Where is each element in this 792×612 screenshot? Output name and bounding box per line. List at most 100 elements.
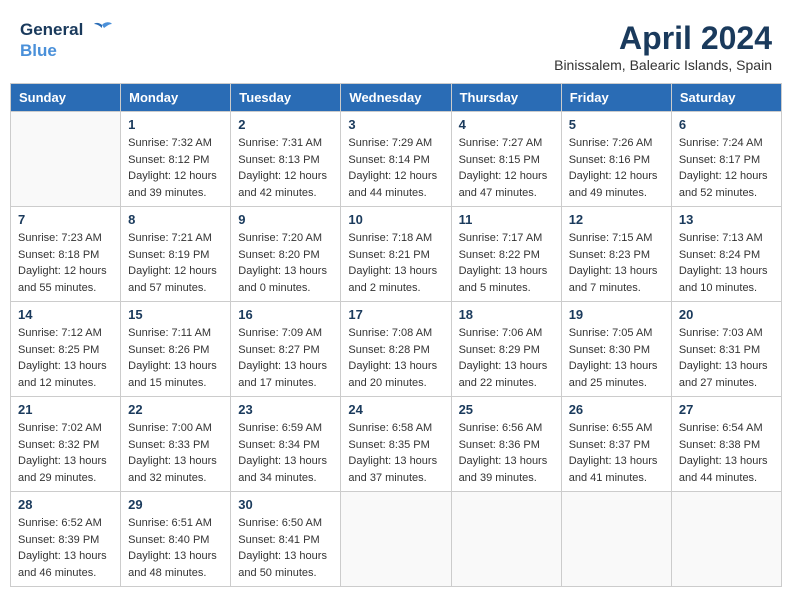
- sunset-text: Sunset: 8:12 PM: [128, 152, 223, 169]
- sunrise-text: Sunrise: 7:12 AM: [18, 325, 113, 342]
- day-info: Sunrise: 7:13 AM Sunset: 8:24 PM Dayligh…: [679, 230, 774, 296]
- sunset-text: Sunset: 8:25 PM: [18, 342, 113, 359]
- daylight-text: Daylight: 12 hours and 57 minutes.: [128, 263, 223, 296]
- sunset-text: Sunset: 8:28 PM: [348, 342, 443, 359]
- month-title: April 2024: [554, 20, 772, 57]
- sunrise-text: Sunrise: 6:58 AM: [348, 420, 443, 437]
- day-number: 8: [128, 212, 223, 227]
- table-row: 27 Sunrise: 6:54 AM Sunset: 8:38 PM Dayl…: [671, 397, 781, 492]
- calendar-week-row: 7 Sunrise: 7:23 AM Sunset: 8:18 PM Dayli…: [11, 207, 782, 302]
- daylight-text: Daylight: 12 hours and 39 minutes.: [128, 168, 223, 201]
- day-info: Sunrise: 7:20 AM Sunset: 8:20 PM Dayligh…: [238, 230, 333, 296]
- day-info: Sunrise: 7:09 AM Sunset: 8:27 PM Dayligh…: [238, 325, 333, 391]
- daylight-text: Daylight: 13 hours and 2 minutes.: [348, 263, 443, 296]
- daylight-text: Daylight: 12 hours and 52 minutes.: [679, 168, 774, 201]
- day-info: Sunrise: 7:31 AM Sunset: 8:13 PM Dayligh…: [238, 135, 333, 201]
- daylight-text: Daylight: 13 hours and 39 minutes.: [459, 453, 554, 486]
- sunset-text: Sunset: 8:17 PM: [679, 152, 774, 169]
- daylight-text: Daylight: 13 hours and 41 minutes.: [569, 453, 664, 486]
- table-row: 6 Sunrise: 7:24 AM Sunset: 8:17 PM Dayli…: [671, 112, 781, 207]
- table-row: 8 Sunrise: 7:21 AM Sunset: 8:19 PM Dayli…: [121, 207, 231, 302]
- day-info: Sunrise: 7:24 AM Sunset: 8:17 PM Dayligh…: [679, 135, 774, 201]
- day-number: 19: [569, 307, 664, 322]
- day-info: Sunrise: 7:29 AM Sunset: 8:14 PM Dayligh…: [348, 135, 443, 201]
- calendar-week-row: 28 Sunrise: 6:52 AM Sunset: 8:39 PM Dayl…: [11, 492, 782, 587]
- daylight-text: Daylight: 13 hours and 15 minutes.: [128, 358, 223, 391]
- table-row: 2 Sunrise: 7:31 AM Sunset: 8:13 PM Dayli…: [231, 112, 341, 207]
- table-row: 29 Sunrise: 6:51 AM Sunset: 8:40 PM Dayl…: [121, 492, 231, 587]
- day-number: 13: [679, 212, 774, 227]
- day-number: 30: [238, 497, 333, 512]
- sunrise-text: Sunrise: 7:20 AM: [238, 230, 333, 247]
- day-info: Sunrise: 7:18 AM Sunset: 8:21 PM Dayligh…: [348, 230, 443, 296]
- sunset-text: Sunset: 8:27 PM: [238, 342, 333, 359]
- day-number: 5: [569, 117, 664, 132]
- day-number: 10: [348, 212, 443, 227]
- table-row: 17 Sunrise: 7:08 AM Sunset: 8:28 PM Dayl…: [341, 302, 451, 397]
- col-saturday: Saturday: [671, 84, 781, 112]
- table-row: 19 Sunrise: 7:05 AM Sunset: 8:30 PM Dayl…: [561, 302, 671, 397]
- sunrise-text: Sunrise: 7:21 AM: [128, 230, 223, 247]
- calendar-table: Sunday Monday Tuesday Wednesday Thursday…: [10, 83, 782, 587]
- sunset-text: Sunset: 8:35 PM: [348, 437, 443, 454]
- day-info: Sunrise: 7:03 AM Sunset: 8:31 PM Dayligh…: [679, 325, 774, 391]
- sunset-text: Sunset: 8:21 PM: [348, 247, 443, 264]
- sunrise-text: Sunrise: 7:17 AM: [459, 230, 554, 247]
- day-number: 3: [348, 117, 443, 132]
- day-number: 21: [18, 402, 113, 417]
- sunrise-text: Sunrise: 7:27 AM: [459, 135, 554, 152]
- sunset-text: Sunset: 8:18 PM: [18, 247, 113, 264]
- sunset-text: Sunset: 8:36 PM: [459, 437, 554, 454]
- sunset-text: Sunset: 8:39 PM: [18, 532, 113, 549]
- sunrise-text: Sunrise: 7:03 AM: [679, 325, 774, 342]
- day-number: 27: [679, 402, 774, 417]
- day-number: 14: [18, 307, 113, 322]
- sunrise-text: Sunrise: 7:11 AM: [128, 325, 223, 342]
- daylight-text: Daylight: 13 hours and 10 minutes.: [679, 263, 774, 296]
- day-number: 4: [459, 117, 554, 132]
- day-number: 12: [569, 212, 664, 227]
- daylight-text: Daylight: 13 hours and 34 minutes.: [238, 453, 333, 486]
- day-info: Sunrise: 7:23 AM Sunset: 8:18 PM Dayligh…: [18, 230, 113, 296]
- daylight-text: Daylight: 13 hours and 48 minutes.: [128, 548, 223, 581]
- sunrise-text: Sunrise: 7:00 AM: [128, 420, 223, 437]
- table-row: 23 Sunrise: 6:59 AM Sunset: 8:34 PM Dayl…: [231, 397, 341, 492]
- sunset-text: Sunset: 8:14 PM: [348, 152, 443, 169]
- table-row: 11 Sunrise: 7:17 AM Sunset: 8:22 PM Dayl…: [451, 207, 561, 302]
- daylight-text: Daylight: 13 hours and 5 minutes.: [459, 263, 554, 296]
- daylight-text: Daylight: 12 hours and 49 minutes.: [569, 168, 664, 201]
- table-row: 24 Sunrise: 6:58 AM Sunset: 8:35 PM Dayl…: [341, 397, 451, 492]
- location: Binissalem, Balearic Islands, Spain: [554, 57, 772, 73]
- sunset-text: Sunset: 8:40 PM: [128, 532, 223, 549]
- sunrise-text: Sunrise: 7:32 AM: [128, 135, 223, 152]
- sunrise-text: Sunrise: 7:26 AM: [569, 135, 664, 152]
- daylight-text: Daylight: 13 hours and 7 minutes.: [569, 263, 664, 296]
- daylight-text: Daylight: 13 hours and 25 minutes.: [569, 358, 664, 391]
- sunset-text: Sunset: 8:19 PM: [128, 247, 223, 264]
- sunrise-text: Sunrise: 6:50 AM: [238, 515, 333, 532]
- sunset-text: Sunset: 8:41 PM: [238, 532, 333, 549]
- table-row: 4 Sunrise: 7:27 AM Sunset: 8:15 PM Dayli…: [451, 112, 561, 207]
- sunrise-text: Sunrise: 7:06 AM: [459, 325, 554, 342]
- day-number: 9: [238, 212, 333, 227]
- day-number: 26: [569, 402, 664, 417]
- table-row: 16 Sunrise: 7:09 AM Sunset: 8:27 PM Dayl…: [231, 302, 341, 397]
- day-number: 20: [679, 307, 774, 322]
- sunrise-text: Sunrise: 7:05 AM: [569, 325, 664, 342]
- table-row: 30 Sunrise: 6:50 AM Sunset: 8:41 PM Dayl…: [231, 492, 341, 587]
- sunrise-text: Sunrise: 6:51 AM: [128, 515, 223, 532]
- day-info: Sunrise: 6:51 AM Sunset: 8:40 PM Dayligh…: [128, 515, 223, 581]
- table-row: 13 Sunrise: 7:13 AM Sunset: 8:24 PM Dayl…: [671, 207, 781, 302]
- day-number: 23: [238, 402, 333, 417]
- day-info: Sunrise: 7:26 AM Sunset: 8:16 PM Dayligh…: [569, 135, 664, 201]
- sunset-text: Sunset: 8:23 PM: [569, 247, 664, 264]
- day-number: 16: [238, 307, 333, 322]
- day-number: 15: [128, 307, 223, 322]
- table-row: 26 Sunrise: 6:55 AM Sunset: 8:37 PM Dayl…: [561, 397, 671, 492]
- daylight-text: Daylight: 13 hours and 37 minutes.: [348, 453, 443, 486]
- col-monday: Monday: [121, 84, 231, 112]
- daylight-text: Daylight: 12 hours and 44 minutes.: [348, 168, 443, 201]
- day-info: Sunrise: 6:58 AM Sunset: 8:35 PM Dayligh…: [348, 420, 443, 486]
- sunset-text: Sunset: 8:13 PM: [238, 152, 333, 169]
- sunset-text: Sunset: 8:37 PM: [569, 437, 664, 454]
